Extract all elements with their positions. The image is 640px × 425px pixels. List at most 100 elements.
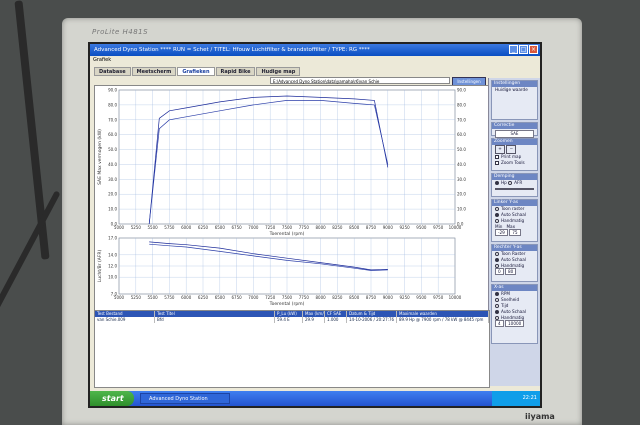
x-axis-label: Toerental (rpm) xyxy=(269,231,305,237)
y-tick-label: 12.0 xyxy=(108,264,117,269)
x-tick-label: 9500 xyxy=(416,225,427,230)
taskbar-item-dyno[interactable]: Advanced Dyno Station xyxy=(140,393,230,404)
y2-tick-label: 60.0 xyxy=(457,132,466,137)
x-tick-label: 9750 xyxy=(433,225,444,230)
start-button[interactable]: start xyxy=(90,391,134,406)
x-tick-label: 7750 xyxy=(299,225,310,230)
chart-area: 5000 5250 5500 5750 6000 6250 6500 6750 7000 7250… xyxy=(94,85,490,311)
x-axis-label: Toerental (rpm) xyxy=(269,301,305,307)
tab-rapid-bike[interactable]: Rapid Bike xyxy=(215,67,256,76)
tab-hudige-map[interactable]: Hudige map xyxy=(256,67,301,76)
x-tick-label: 6750 xyxy=(232,295,243,300)
x-tick-label: 5750 xyxy=(164,225,175,230)
y-tick-label: 10.0 xyxy=(108,207,117,212)
demping-box: Demping Hp AFR xyxy=(491,173,538,197)
y-tick-label: 80.0 xyxy=(108,102,117,107)
menu-grafiek[interactable]: Grafiek xyxy=(90,56,540,65)
minimize-button[interactable]: _ xyxy=(509,45,518,54)
y2-tick-label: 20.0 xyxy=(457,192,466,197)
close-button[interactable]: × xyxy=(529,45,538,54)
y-tick-label: 30.0 xyxy=(108,177,117,182)
x-tick-label: 5500 xyxy=(148,295,159,300)
demping-hp-radio[interactable]: Hp xyxy=(495,180,507,185)
y-tick-label: 7.0 xyxy=(111,292,118,297)
x-tick-label: 10000 xyxy=(449,295,462,300)
maximize-button[interactable]: □ xyxy=(519,45,528,54)
xas-min-field[interactable]: 4 xyxy=(495,320,504,327)
file-path-field[interactable]: E:\Advanced Dyno Station\data\yamaha\r6\… xyxy=(270,77,450,84)
tab-bar: Database Meetscherm Grafieken Rapid Bike… xyxy=(94,67,301,76)
x-tick-label: 5500 xyxy=(148,225,159,230)
correctie-select[interactable]: SAE xyxy=(495,130,534,138)
y-tick-label: 10.0 xyxy=(108,275,117,280)
x-tick-label: 9500 xyxy=(416,295,427,300)
y2-tick-label: 70.0 xyxy=(457,117,466,122)
rechter-min-field[interactable]: 0 xyxy=(495,268,504,275)
table-row[interactable]: van Schie.009 Bfd 59.4 E 29.9 1.000 14-1… xyxy=(95,317,489,323)
x-tick-label: 8000 xyxy=(316,225,327,230)
system-clock: 22:21 xyxy=(492,391,540,406)
x-tick-label: 6000 xyxy=(181,225,192,230)
taskbar: start Advanced Dyno Station 22:21 xyxy=(90,391,540,406)
x-tick-label: 5250 xyxy=(131,295,142,300)
x-tick-label: 6750 xyxy=(232,225,243,230)
x-tick-label: 7750 xyxy=(299,295,310,300)
x-tick-label: 7500 xyxy=(282,225,293,230)
x-tick-label: 7250 xyxy=(265,295,276,300)
x-tick-label: 6500 xyxy=(215,225,226,230)
zoomen-box: Zoomen + − Print map Zoom Tools xyxy=(491,138,538,171)
y2-tick-label: 80.0 xyxy=(457,102,466,107)
x-tick-label: 8250 xyxy=(332,295,343,300)
monitor-logo: iiyama xyxy=(525,412,555,421)
rechter-max-field[interactable]: 80 xyxy=(505,268,517,275)
xas-max-field[interactable]: 10000 xyxy=(505,320,525,327)
x-tick-label: 6250 xyxy=(198,295,209,300)
demping-afr-radio[interactable]: AFR xyxy=(508,180,522,185)
demping-slider[interactable] xyxy=(492,188,537,193)
screen: Advanced Dyno Station **** RUN = Schet /… xyxy=(88,42,542,408)
zoom-tools-label: Zoom Tools xyxy=(501,160,525,165)
y-axis-label: Lucht/Br (AFR) xyxy=(97,249,103,282)
x-tick-label: 8250 xyxy=(332,225,343,230)
zoom-in-icon[interactable]: + xyxy=(495,145,505,154)
window-titlebar: Advanced Dyno Station **** RUN = Schet /… xyxy=(90,44,540,56)
tab-meetscherm[interactable]: Meetscherm xyxy=(131,67,177,76)
dyno-charts: 5000 5250 5500 5750 6000 6250 6500 6750 7000 7250… xyxy=(97,88,466,308)
y-tick-label: 0.0 xyxy=(111,222,118,227)
x-tick-label: 9750 xyxy=(433,295,444,300)
x-tick-label: 7000 xyxy=(248,225,259,230)
y2-tick-label: 0.0 xyxy=(457,222,464,227)
x-tick-label: 6000 xyxy=(181,295,192,300)
correctie-title: Correctie xyxy=(492,123,537,129)
y-tick-label: 14.0 xyxy=(108,252,117,257)
y-tick-label: 50.0 xyxy=(108,147,117,152)
zoom-tools-option[interactable]: Zoom Tools xyxy=(492,160,537,166)
cable xyxy=(0,190,61,370)
linker-min-field[interactable]: -29 xyxy=(495,229,508,236)
print-map-label: Print map xyxy=(501,154,522,159)
x-as-box: X-as RPM Snelheid Tijd Auto Schaal Handm… xyxy=(491,284,538,344)
correctie-box: Correctie SAE xyxy=(491,122,538,138)
y2-tick-label: 40.0 xyxy=(457,162,466,167)
huidige-waarde-label: Huidige waarde xyxy=(495,87,528,92)
y2-tick-label: 50.0 xyxy=(457,147,466,152)
y-axis-label: SAE Max vermogen (kW) xyxy=(97,129,103,185)
x-tick-label: 9000 xyxy=(383,295,394,300)
y-tick-label: 17.0 xyxy=(108,236,117,241)
x-tick-label: 5250 xyxy=(131,225,142,230)
tab-grafieken[interactable]: Grafieken xyxy=(177,67,215,76)
y-tick-label: 20.0 xyxy=(108,192,117,197)
y-tick-label: 60.0 xyxy=(108,132,117,137)
y-tick-label: 70.0 xyxy=(108,117,117,122)
linker-max-field[interactable]: 75 xyxy=(509,229,521,236)
rechter-y-box: Rechter Y-as Toon Raster Auto Schaal Han… xyxy=(491,244,538,282)
x-tick-label: 8750 xyxy=(366,225,377,230)
zoom-out-icon[interactable]: − xyxy=(506,145,517,154)
tab-database[interactable]: Database xyxy=(94,67,131,76)
x-tick-label: 7500 xyxy=(282,295,293,300)
linker-y-box: Linker Y-as Toon raster Auto Schaal Hand… xyxy=(491,199,538,242)
x-tick-label: 9000 xyxy=(383,225,394,230)
x-tick-label: 8500 xyxy=(349,295,360,300)
window-title: Advanced Dyno Station **** RUN = Schet /… xyxy=(94,47,370,53)
y-tick-label: 90.0 xyxy=(108,88,117,93)
